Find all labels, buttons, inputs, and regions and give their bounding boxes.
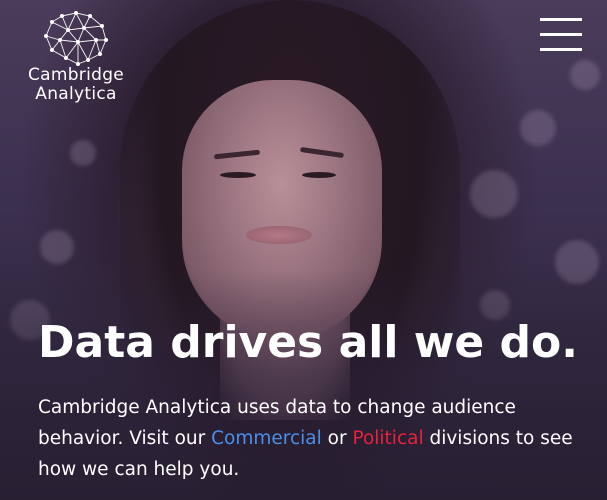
menu-bar-top (540, 18, 582, 21)
brain-network-icon (44, 11, 108, 66)
bokeh-light (70, 140, 96, 166)
bokeh-light (470, 170, 518, 218)
hero-description: Cambridge Analytica uses data to change … (38, 392, 578, 485)
left-eye (220, 172, 256, 178)
commercial-division-link[interactable]: Commercial (211, 428, 322, 449)
logo-text-line1: Cambridge (27, 65, 125, 85)
hero-headline: Data drives all we do. (38, 317, 578, 368)
brand-logo[interactable]: Cambridge Analytica (22, 10, 130, 104)
hero-section: Cambridge Analytica Data drives all we d… (0, 0, 607, 500)
description-text-middle: or (321, 428, 353, 449)
hamburger-menu-button[interactable] (540, 16, 584, 52)
bokeh-light (570, 60, 600, 90)
menu-bar-middle (540, 33, 582, 36)
bokeh-light (520, 110, 556, 146)
bokeh-light (40, 230, 74, 264)
lips-shape (246, 226, 312, 244)
political-division-link[interactable]: Political (352, 428, 423, 449)
right-eye (302, 172, 336, 178)
menu-bar-bottom (540, 48, 582, 51)
logo-text-line2: Analytica (35, 84, 117, 104)
